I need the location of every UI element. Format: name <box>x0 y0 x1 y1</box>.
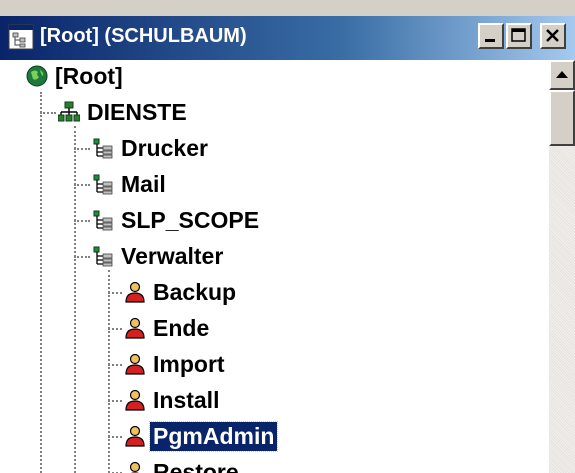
tree-node-label: Drucker <box>121 134 208 161</box>
tree-node-label: SLP_SCOPE <box>121 206 260 233</box>
tree-node-root[interactable]: [Root] <box>26 60 126 92</box>
maximize-icon <box>511 28 526 42</box>
tree-line-drucker <box>74 148 90 150</box>
tree-node-label: Mail <box>121 170 166 197</box>
user-icon <box>125 425 145 447</box>
tree-line-root <box>40 92 42 473</box>
tree-line-pgmadmin <box>108 436 122 438</box>
tree-line-ende <box>108 328 122 330</box>
tree-node-verwalter[interactable]: Verwalter <box>92 240 226 272</box>
window-title: [Root] (SCHULBAUM) <box>40 25 247 47</box>
user-icon <box>125 353 145 375</box>
tree-node-ende[interactable]: Ende <box>124 312 212 344</box>
user-icon <box>125 317 145 339</box>
tree-window: [Root] (SCHULBAUM) [Root] DIENSTE Drucke… <box>0 0 575 473</box>
close-button[interactable] <box>540 23 566 49</box>
tree-node-restore[interactable]: Restore <box>124 456 242 473</box>
tree-line-mail <box>74 184 90 186</box>
tree-line-dienste <box>40 112 56 114</box>
tree-node-backup[interactable]: Backup <box>124 276 239 308</box>
close-icon <box>546 29 559 42</box>
tree-node-drucker[interactable]: Drucker <box>92 132 211 164</box>
container-icon <box>93 174 113 195</box>
scroll-thumb[interactable] <box>549 90 575 146</box>
title-bar[interactable]: [Root] (SCHULBAUM) <box>0 16 575 60</box>
scroll-up-button[interactable] <box>549 60 575 90</box>
tree-node-label: Ende <box>153 314 210 341</box>
tree-node-label: PgmAdmin <box>148 420 279 452</box>
arrow-up-icon <box>556 71 568 78</box>
container-icon <box>93 210 113 231</box>
container-icon <box>93 138 113 159</box>
tree-line-install <box>108 400 122 402</box>
tree-line-import <box>108 364 122 366</box>
globe-icon <box>26 65 48 87</box>
tree-node-slp-scope[interactable]: SLP_SCOPE <box>92 204 262 236</box>
tree-line-backup <box>108 292 122 294</box>
user-icon <box>129 461 141 473</box>
network-icon <box>58 101 80 122</box>
tree-line-verwalter-children <box>108 270 110 473</box>
tree-node-mail[interactable]: Mail <box>92 168 169 200</box>
user-icon <box>125 281 145 303</box>
tree-node-label: Import <box>153 350 225 377</box>
container-icon <box>93 246 113 267</box>
directory-tree[interactable]: [Root] DIENSTE Drucker Mail SLP_SCOPE Ve… <box>0 60 549 473</box>
window-tree-icon <box>8 24 34 50</box>
tree-line-verwalter <box>74 256 90 258</box>
minimize-button[interactable] <box>478 23 504 49</box>
minimize-icon <box>485 39 495 42</box>
tree-line-slp-scope <box>74 220 90 222</box>
tree-node-install[interactable]: Install <box>124 384 222 416</box>
tree-node-label: Backup <box>153 278 237 305</box>
tree-node-import[interactable]: Import <box>124 348 228 380</box>
tree-node-dienste[interactable]: DIENSTE <box>58 96 190 128</box>
tree-node-label: DIENSTE <box>87 98 187 125</box>
tree-node-pgmadmin[interactable]: PgmAdmin <box>124 420 279 452</box>
tree-node-label: [Root] <box>55 62 123 89</box>
tree-node-label: Restore <box>153 458 239 473</box>
maximize-button[interactable] <box>506 23 532 49</box>
tree-node-label: Verwalter <box>121 242 224 269</box>
tree-node-label: Install <box>153 386 220 413</box>
tree-line-dienste-children <box>74 126 76 473</box>
vertical-scrollbar[interactable] <box>549 60 575 473</box>
user-icon <box>125 389 145 411</box>
